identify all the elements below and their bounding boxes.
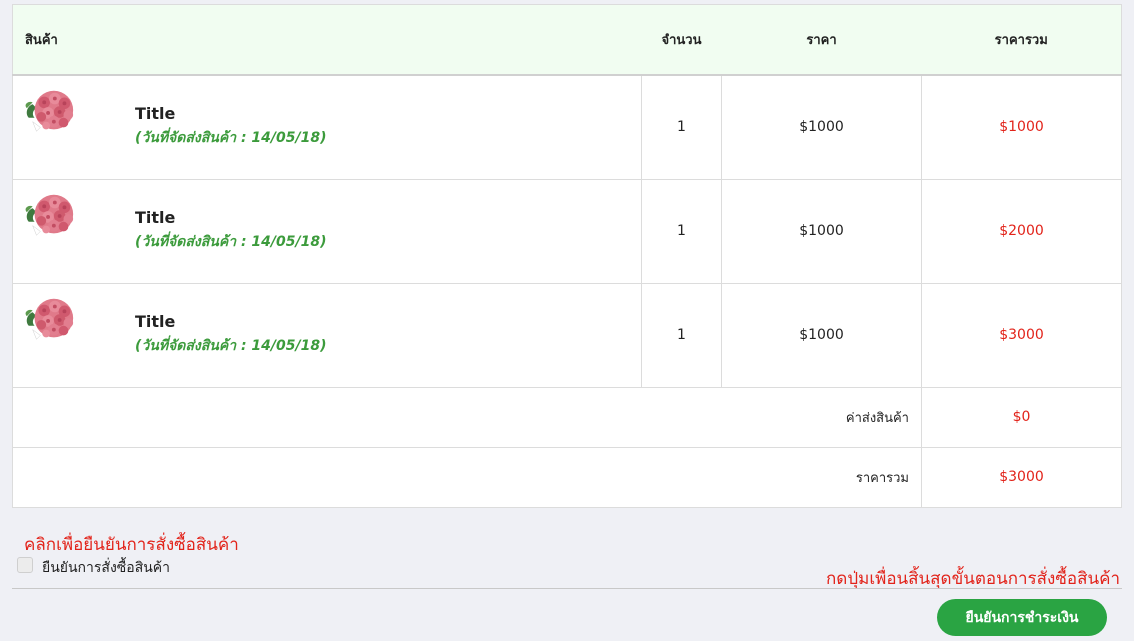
shipping-row: ค่าส่งสินค้า $0 xyxy=(12,386,1122,448)
product-title[interactable]: Title xyxy=(135,104,327,123)
shipping-label: ค่าส่งสินค้า xyxy=(12,386,922,448)
quantity-cell: 1 xyxy=(641,74,722,180)
table-header-row: สินค้า จำนวน ราคา ราคารวม xyxy=(12,4,1122,76)
delivery-date: (วันที่จัดส่งสินค้า : 14/05/18) xyxy=(135,337,327,354)
shipping-value: $0 xyxy=(921,386,1122,448)
product-cell: Title (วันที่จัดส่งสินค้า : 14/05/18) xyxy=(12,74,642,180)
rose-bouquet-icon[interactable] xyxy=(23,88,77,136)
product-title[interactable]: Title xyxy=(135,312,327,331)
rose-bouquet-icon[interactable] xyxy=(23,192,77,240)
grand-total-value: $3000 xyxy=(921,446,1122,508)
confirm-payment-button[interactable]: ยืนยันการชำระเงิน xyxy=(937,599,1107,636)
quantity-cell: 1 xyxy=(641,282,722,388)
table-row: Title (วันที่จัดส่งสินค้า : 14/05/18) 1 … xyxy=(12,282,1122,388)
quantity-cell: 1 xyxy=(641,178,722,284)
cart-table: สินค้า จำนวน ราคา ราคารวม Title (วันที่จ… xyxy=(12,4,1122,508)
rose-bouquet-icon[interactable] xyxy=(23,296,77,344)
product-title[interactable]: Title xyxy=(135,208,327,227)
header-price: ราคา xyxy=(721,4,922,76)
table-row: Title (วันที่จัดส่งสินค้า : 14/05/18) 1 … xyxy=(12,178,1122,284)
table-row: Title (วันที่จัดส่งสินค้า : 14/05/18) 1 … xyxy=(12,74,1122,180)
confirm-checkbox-label[interactable]: ยืนยันการสั่งซื้อสินค้า xyxy=(42,557,170,579)
header-total: ราคารวม xyxy=(921,4,1122,76)
line-total-cell: $1000 xyxy=(921,74,1122,180)
confirm-checkbox[interactable] xyxy=(17,557,33,573)
price-cell: $1000 xyxy=(721,74,922,180)
line-total-cell: $3000 xyxy=(921,282,1122,388)
divider xyxy=(12,588,1122,589)
grand-total-row: ราคารวม $3000 xyxy=(12,446,1122,508)
product-cell: Title (วันที่จัดส่งสินค้า : 14/05/18) xyxy=(12,178,642,284)
delivery-date: (วันที่จัดส่งสินค้า : 14/05/18) xyxy=(135,129,327,146)
product-cell: Title (วันที่จัดส่งสินค้า : 14/05/18) xyxy=(12,282,642,388)
price-cell: $1000 xyxy=(721,178,922,284)
header-quantity: จำนวน xyxy=(641,4,722,76)
line-total-cell: $2000 xyxy=(921,178,1122,284)
confirm-heading: คลิกเพื่อยืนยันการสั่งซื้อสินค้า xyxy=(24,535,239,555)
grand-total-label: ราคารวม xyxy=(12,446,922,508)
header-product: สินค้า xyxy=(12,4,642,76)
price-cell: $1000 xyxy=(721,282,922,388)
delivery-date: (วันที่จัดส่งสินค้า : 14/05/18) xyxy=(135,233,327,250)
